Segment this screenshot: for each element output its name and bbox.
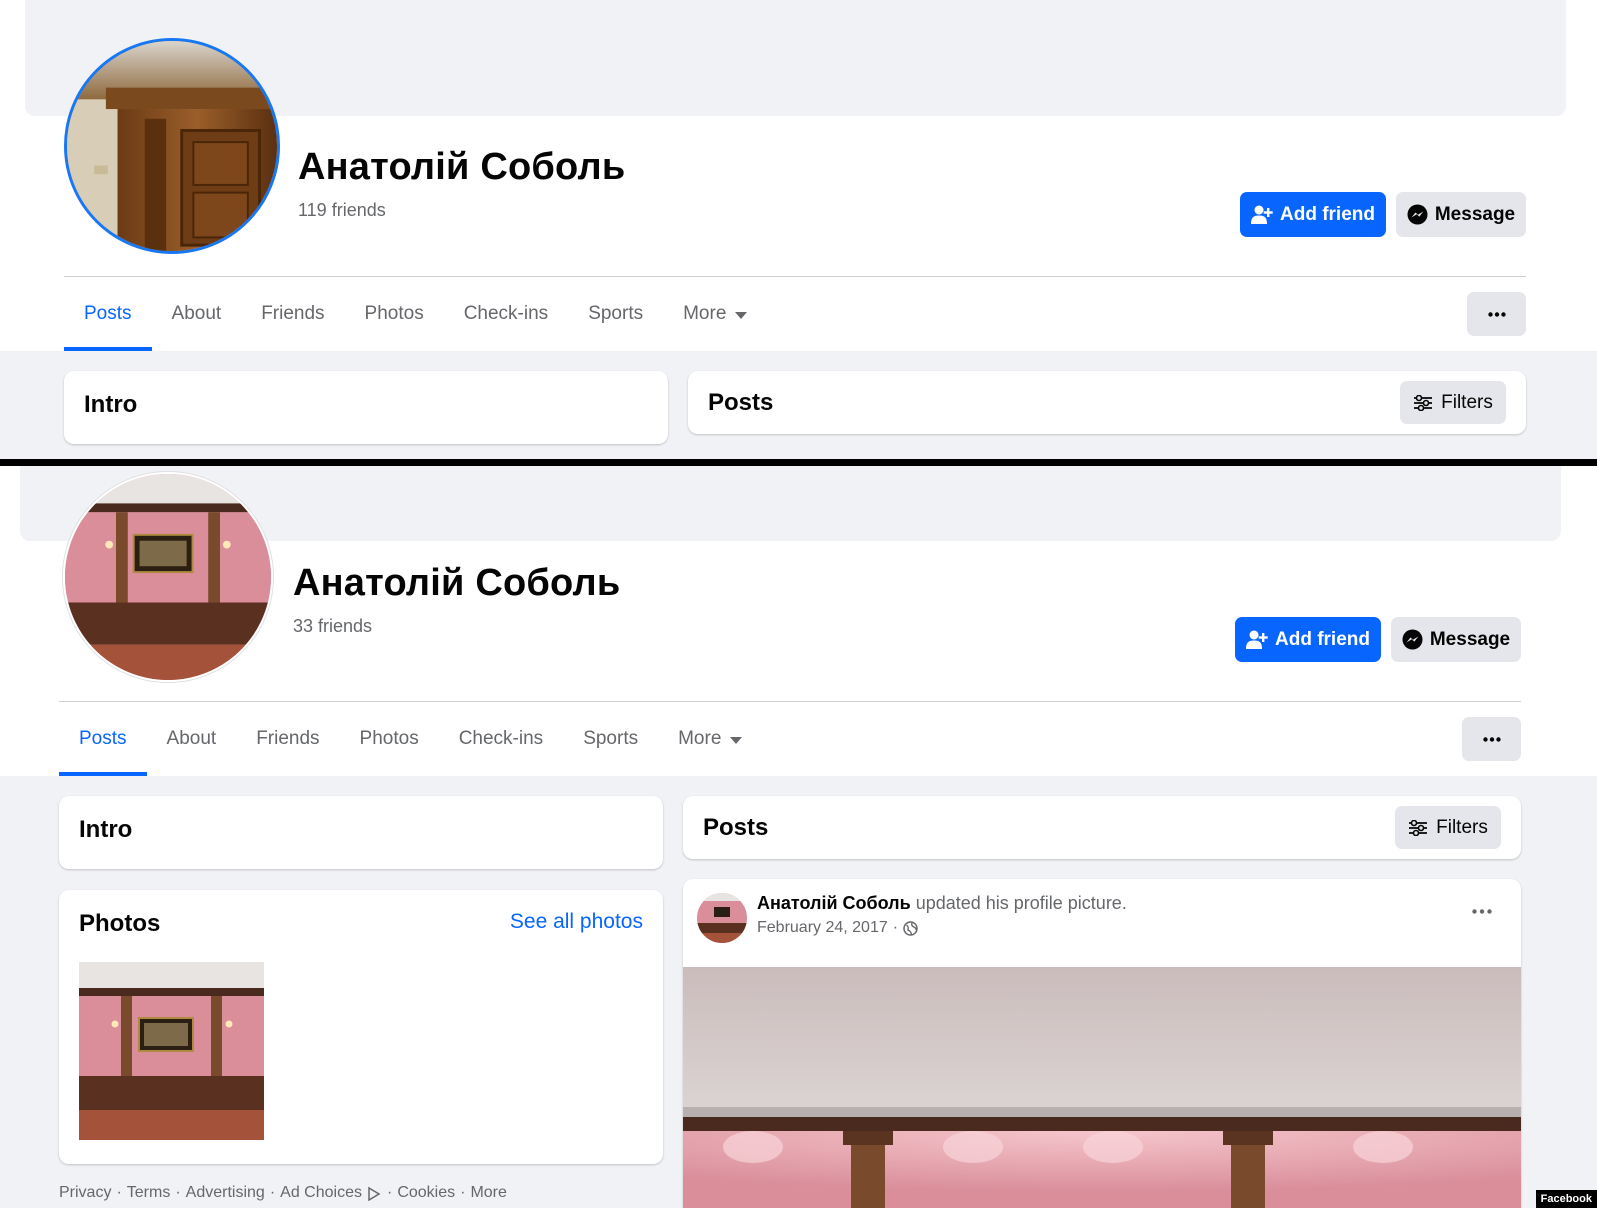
messenger-icon [1407,204,1428,225]
tab-about[interactable]: About [147,702,237,776]
messenger-icon [1402,629,1423,650]
filters-label: Filters [1441,391,1493,413]
message-label: Message [1429,628,1511,650]
post-image[interactable] [683,967,1521,1208]
tab-about[interactable]: About [152,277,242,351]
message-button[interactable]: Message [1391,617,1521,662]
tab-more-label: More [678,728,722,749]
profile-tabs: Posts About Friends Photos Check-ins Spo… [64,277,767,351]
tab-friends[interactable]: Friends [241,277,344,351]
footer-terms-link[interactable]: Terms [127,1184,171,1202]
posts-title: Posts [708,389,774,416]
post-author-avatar-image [697,893,747,943]
tab-more[interactable]: More [663,277,767,351]
message-label: Message [1434,203,1516,225]
filters-icon [1414,394,1433,411]
profile-more-button[interactable] [1467,292,1526,336]
add-friend-icon [1251,205,1273,224]
footer-cookies-link[interactable]: Cookies [397,1184,455,1202]
footer-more-link[interactable]: More [470,1184,506,1202]
filters-icon [1409,819,1428,836]
tab-posts[interactable]: Posts [59,702,147,776]
avatar-image [65,474,271,680]
dropdown-caret-icon [735,312,748,319]
intro-card: Intro [59,796,663,869]
filters-button[interactable]: Filters [1400,381,1506,424]
photos-title: Photos [79,910,161,937]
profile-name: Анатолій Соболь [298,146,626,188]
post-author-name[interactable]: Анатолій Соболь [757,893,911,913]
more-dots-icon [1482,736,1501,742]
intro-title: Intro [84,391,138,418]
more-dots-icon [1487,311,1506,317]
tab-photos[interactable]: Photos [340,702,439,776]
post-image-content [683,967,1521,1208]
facebook-watermark: Facebook [1535,1190,1597,1208]
profile-panel-top: Анатолій Соболь 119 friends Add friend M… [0,0,1597,459]
intro-card: Intro [64,371,668,444]
filters-button[interactable]: Filters [1395,806,1501,849]
screenshot-divider [0,459,1597,466]
profile-avatar[interactable] [64,38,280,254]
posts-title: Posts [703,814,769,841]
friends-count[interactable]: 33 friends [293,616,372,637]
message-button[interactable]: Message [1396,192,1526,237]
tab-posts[interactable]: Posts [64,277,152,351]
add-friend-button[interactable]: Add friend [1240,192,1386,237]
tab-check-ins[interactable]: Check-ins [444,277,568,351]
profile-panel-bottom: Анатолій Соболь 33 friends Add friend Me… [0,466,1597,1208]
posts-card: Posts Filters [688,371,1526,434]
footer-links: Privacy · Terms · Advertising · Ad Choices … [59,1184,507,1202]
footer-advertising-link[interactable]: Advertising [186,1184,265,1202]
post-author-avatar[interactable] [697,893,747,943]
add-friend-label: Add friend [1275,628,1370,650]
dropdown-caret-icon [730,737,743,744]
filters-label: Filters [1436,816,1488,838]
profile-name: Анатолій Соболь [293,562,621,604]
tab-friends[interactable]: Friends [236,702,339,776]
tab-check-ins[interactable]: Check-ins [439,702,563,776]
intro-title: Intro [79,816,133,843]
tab-sports[interactable]: Sports [563,702,658,776]
post-action: updated his profile picture. [915,893,1127,913]
profile-more-button[interactable] [1462,717,1521,761]
add-friend-icon [1246,630,1268,649]
more-dots-icon [1472,908,1492,914]
profile-avatar[interactable] [63,472,273,682]
post-card: Анатолій Соболь updated his profile pict… [683,879,1521,1208]
avatar-image [67,41,277,251]
photos-card: Photos See all photos [59,890,663,1164]
add-friend-label: Add friend [1280,203,1375,225]
ad-choices-icon [368,1186,381,1201]
globe-icon [903,920,918,936]
post-options-button[interactable] [1467,901,1497,921]
tab-more[interactable]: More [658,702,762,776]
post-date[interactable]: February 24, 2017 [757,919,888,937]
profile-tabs: Posts About Friends Photos Check-ins Spo… [59,702,762,776]
photo-thumbnail[interactable] [79,962,264,1140]
footer-ad-choices-link[interactable]: Ad Choices [280,1184,362,1202]
post-header-text: Анатолій Соболь updated his profile pict… [757,893,1127,914]
tab-photos[interactable]: Photos [345,277,444,351]
photo-thumbnail-image [79,962,264,1140]
tab-sports[interactable]: Sports [568,277,663,351]
post-meta: February 24, 2017 · [757,919,918,937]
tab-more-label: More [683,303,727,324]
posts-card: Posts Filters [683,796,1521,859]
see-all-photos-link[interactable]: See all photos [510,910,643,934]
footer-privacy-link[interactable]: Privacy [59,1184,111,1202]
friends-count[interactable]: 119 friends [298,200,386,221]
add-friend-button[interactable]: Add friend [1235,617,1381,662]
